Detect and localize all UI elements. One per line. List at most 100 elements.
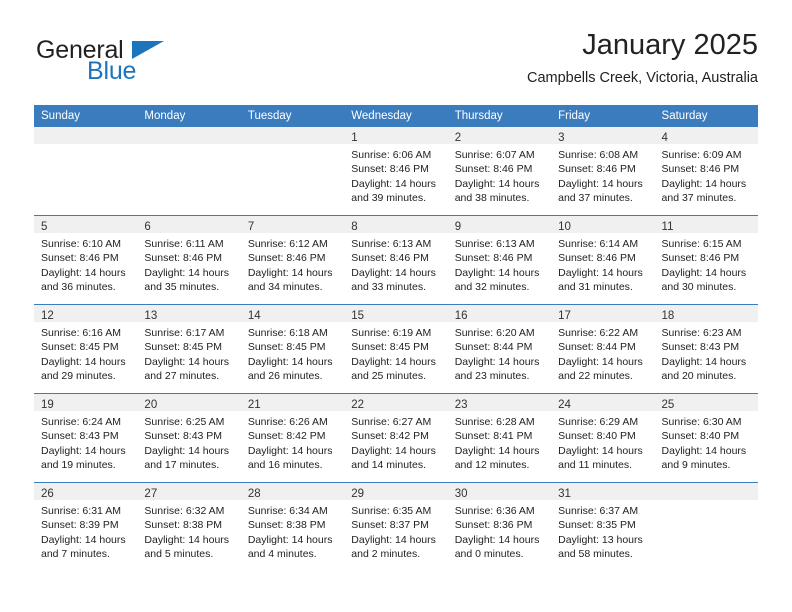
general-blue-logo[interactable]: General Blue <box>34 36 224 92</box>
calendar-day-cell[interactable]: 18 Sunrise: 6:23 AM Sunset: 8:43 PM Dayligh… <box>654 304 758 394</box>
calendar-day-cell[interactable]: 6 Sunrise: 6:11 AM Sunset: 8:46 PM Daylight… <box>137 215 241 305</box>
day-number: 4 <box>661 132 668 144</box>
sunrise-text: Sunrise: 6:32 AM <box>144 505 225 517</box>
sunrise-text: Sunrise: 6:18 AM <box>247 327 328 339</box>
page-header: General Blue January 2025 Campbells Cree… <box>34 28 758 98</box>
day-number: 28 <box>247 488 261 500</box>
daylight-text-line1: Daylight: 14 hours <box>454 177 540 190</box>
calendar-page: General Blue January 2025 Campbells Cree… <box>0 0 792 612</box>
calendar-day-cell[interactable]: 17 Sunrise: 6:22 AM Sunset: 8:44 PM Dayligh… <box>551 304 655 394</box>
calendar-day-cell[interactable]: 13 Sunrise: 6:17 AM Sunset: 8:45 PM Dayligh… <box>137 304 241 394</box>
calendar-day-cell[interactable]: 30 Sunrise: 6:36 AM Sunset: 8:36 PM Dayligh… <box>447 482 552 571</box>
calendar-day-cell[interactable]: 2 Sunrise: 6:07 AM Sunset: 8:46 PM Daylight… <box>447 127 552 216</box>
calendar-day-cell[interactable]: 29 Sunrise: 6:35 AM Sunset: 8:37 PM Dayligh… <box>344 482 448 571</box>
daylight-text-line1: Daylight: 14 hours <box>41 533 126 546</box>
calendar-day-cell-empty <box>34 127 138 216</box>
sunset-text: Sunset: 8:41 PM <box>454 430 533 443</box>
sunrise-text: Sunrise: 6:17 AM <box>144 327 225 339</box>
day-cell-details: Sunrise: 6:14 AM Sunset: 8:46 PM Daylight:… <box>551 233 654 295</box>
calendar-day-cell[interactable]: 27 Sunrise: 6:32 AM Sunset: 8:38 PM Dayligh… <box>137 482 241 571</box>
daylight-text-line1: Daylight: 14 hours <box>661 355 747 368</box>
day-cell-details: Sunrise: 6:09 AM Sunset: 8:46 PM Daylight:… <box>655 144 758 206</box>
calendar-day-cell[interactable]: 7 Sunrise: 6:12 AM Sunset: 8:46 PM Daylight… <box>240 215 345 305</box>
day-number: 25 <box>661 399 675 411</box>
daylight-text-line2: and 2 minutes. <box>351 548 421 561</box>
daylight-text-line2: and 7 minutes. <box>41 548 110 561</box>
day-cell-details: Sunrise: 6:17 AM Sunset: 8:45 PM Daylight:… <box>137 322 240 384</box>
daylight-text-line2: and 37 minutes. <box>661 192 737 205</box>
calendar-day-cell[interactable]: 26 Sunrise: 6:31 AM Sunset: 8:39 PM Dayligh… <box>34 482 138 571</box>
day-number: 20 <box>144 399 158 411</box>
day-cell-inner: 8 Sunrise: 6:13 AM Sunset: 8:46 PM Daylight… <box>344 216 448 304</box>
day-number-band: 30 <box>447 483 552 500</box>
calendar-day-cell[interactable]: 31 Sunrise: 6:37 AM Sunset: 8:35 PM Dayligh… <box>551 482 655 571</box>
daylight-text-line2: and 36 minutes. <box>41 281 116 294</box>
calendar-day-cell[interactable]: 9 Sunrise: 6:13 AM Sunset: 8:46 PM Daylight… <box>447 215 552 305</box>
sunrise-text: Sunrise: 6:24 AM <box>41 416 121 428</box>
calendar-day-cell[interactable]: 15 Sunrise: 6:19 AM Sunset: 8:45 PM Dayligh… <box>344 304 448 394</box>
calendar-day-cell[interactable]: 8 Sunrise: 6:13 AM Sunset: 8:46 PM Daylight… <box>344 215 448 305</box>
daylight-text-line1: Daylight: 14 hours <box>247 533 333 546</box>
day-cell-details: Sunrise: 6:13 AM Sunset: 8:46 PM Daylight:… <box>448 233 551 295</box>
day-number-band: 17 <box>551 305 655 322</box>
daylight-text-line2: and 11 minutes. <box>558 459 633 472</box>
sunrise-text: Sunrise: 6:12 AM <box>247 238 328 250</box>
calendar-day-cell[interactable]: 14 Sunrise: 6:18 AM Sunset: 8:45 PM Dayligh… <box>240 304 345 394</box>
calendar-day-cell[interactable]: 16 Sunrise: 6:20 AM Sunset: 8:44 PM Dayligh… <box>447 304 552 394</box>
daylight-text-line1: Daylight: 14 hours <box>41 355 126 368</box>
day-cell-details: Sunrise: 6:12 AM Sunset: 8:46 PM Daylight:… <box>241 233 344 295</box>
calendar-day-cell[interactable]: 4 Sunrise: 6:09 AM Sunset: 8:46 PM Daylight… <box>654 127 758 216</box>
day-cell-inner: 2 Sunrise: 6:07 AM Sunset: 8:46 PM Daylight… <box>447 127 552 215</box>
calendar-day-cell[interactable]: 1 Sunrise: 6:06 AM Sunset: 8:46 PM Daylight… <box>344 127 448 216</box>
calendar-day-cell[interactable]: 10 Sunrise: 6:14 AM Sunset: 8:46 PM Dayligh… <box>551 215 655 305</box>
day-number: 8 <box>351 221 358 233</box>
calendar-week-row: 1 Sunrise: 6:06 AM Sunset: 8:46 PM Daylight… <box>34 127 758 216</box>
sunrise-text: Sunrise: 6:23 AM <box>661 327 742 339</box>
calendar-day-cell[interactable]: 24 Sunrise: 6:29 AM Sunset: 8:40 PM Dayligh… <box>551 393 655 483</box>
day-cell-details <box>137 144 240 148</box>
calendar-day-cell[interactable]: 25 Sunrise: 6:30 AM Sunset: 8:40 PM Dayligh… <box>654 393 758 483</box>
calendar-day-cell[interactable]: 5 Sunrise: 6:10 AM Sunset: 8:46 PM Daylight… <box>34 215 138 305</box>
day-cell-inner <box>137 127 241 215</box>
calendar-day-cell[interactable]: 21 Sunrise: 6:26 AM Sunset: 8:42 PM Dayligh… <box>240 393 345 483</box>
day-cell-details <box>655 500 758 504</box>
daylight-text-line2: and 34 minutes. <box>247 281 323 294</box>
daylight-text-line1: Daylight: 14 hours <box>351 266 436 279</box>
weekday-header-thursday: Thursday <box>447 105 552 127</box>
calendar-day-cell[interactable]: 28 Sunrise: 6:34 AM Sunset: 8:38 PM Dayligh… <box>240 482 345 571</box>
sunrise-text: Sunrise: 6:31 AM <box>41 505 121 517</box>
calendar-day-cell-empty <box>654 482 758 571</box>
day-number-band: 8 <box>344 216 448 233</box>
calendar-day-cell[interactable]: 19 Sunrise: 6:24 AM Sunset: 8:43 PM Dayligh… <box>34 393 138 483</box>
day-number: 11 <box>661 221 674 233</box>
calendar-day-cell[interactable]: 23 Sunrise: 6:28 AM Sunset: 8:41 PM Dayligh… <box>447 393 552 483</box>
day-number-band: 28 <box>240 483 345 500</box>
sunrise-text: Sunrise: 6:11 AM <box>144 238 224 250</box>
daylight-text-line2: and 58 minutes. <box>558 548 633 561</box>
day-number-band: 2 <box>447 127 552 144</box>
sunset-text: Sunset: 8:43 PM <box>661 341 740 354</box>
day-cell-details: Sunrise: 6:34 AM Sunset: 8:38 PM Daylight:… <box>241 500 344 562</box>
day-cell-inner: 9 Sunrise: 6:13 AM Sunset: 8:46 PM Daylight… <box>447 216 552 304</box>
day-cell-inner: 23 Sunrise: 6:28 AM Sunset: 8:41 PM Dayligh… <box>447 394 552 482</box>
daylight-text-line1: Daylight: 14 hours <box>454 444 540 457</box>
calendar-day-cell[interactable]: 20 Sunrise: 6:25 AM Sunset: 8:43 PM Dayligh… <box>137 393 241 483</box>
sunrise-text: Sunrise: 6:16 AM <box>41 327 121 339</box>
daylight-text-line1: Daylight: 14 hours <box>247 355 333 368</box>
daylight-text-line1: Daylight: 14 hours <box>144 444 230 457</box>
daylight-text-line1: Daylight: 14 hours <box>144 266 230 279</box>
calendar-day-cell[interactable]: 3 Sunrise: 6:08 AM Sunset: 8:46 PM Daylight… <box>551 127 655 216</box>
day-number-band: 13 <box>137 305 241 322</box>
calendar-day-cell[interactable]: 11 Sunrise: 6:15 AM Sunset: 8:46 PM Dayligh… <box>654 215 758 305</box>
daylight-text-line1: Daylight: 14 hours <box>41 444 126 457</box>
location-subtitle: Campbells Creek, Victoria, Australia <box>526 70 758 86</box>
sunset-text: Sunset: 8:44 PM <box>558 341 636 354</box>
day-cell-details: Sunrise: 6:28 AM Sunset: 8:41 PM Daylight:… <box>448 411 551 473</box>
calendar-day-cell[interactable]: 22 Sunrise: 6:27 AM Sunset: 8:42 PM Dayligh… <box>344 393 448 483</box>
day-number: 12 <box>41 310 54 322</box>
calendar-day-cell[interactable]: 12 Sunrise: 6:16 AM Sunset: 8:45 PM Dayligh… <box>34 304 138 394</box>
day-number-band: 22 <box>344 394 448 411</box>
daylight-text-line2: and 4 minutes. <box>247 548 317 561</box>
daylight-text-line2: and 33 minutes. <box>351 281 426 294</box>
day-number: 15 <box>351 310 365 322</box>
